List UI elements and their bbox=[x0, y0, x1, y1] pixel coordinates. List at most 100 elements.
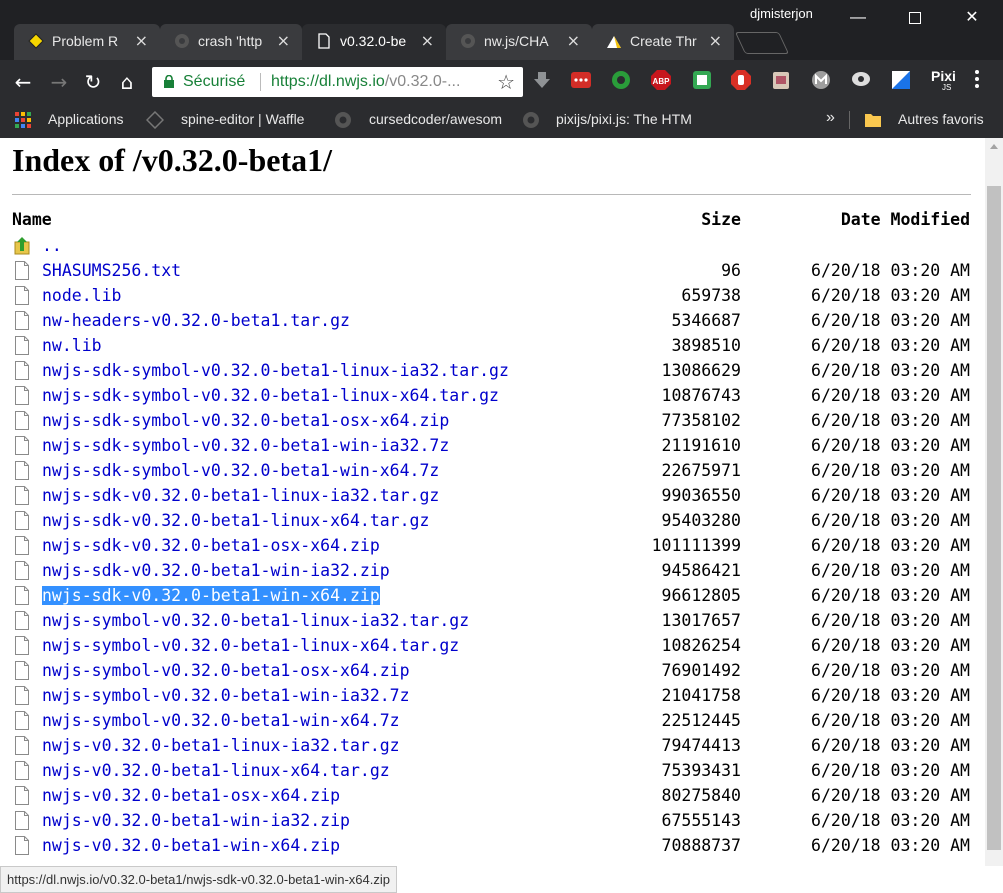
file-link[interactable]: nwjs-sdk-v0.32.0-beta1-osx-x64.zip bbox=[42, 536, 380, 555]
file-row[interactable]: node.lib 659738 6/20/18 03:20 AM bbox=[0, 283, 985, 308]
file-row[interactable]: nwjs-sdk-v0.32.0-beta1-win-ia32.zip 94586… bbox=[0, 558, 985, 583]
file-size: 13017657 bbox=[661, 611, 741, 630]
adblock-plus-icon[interactable]: ABP bbox=[650, 69, 672, 91]
file-link[interactable]: nwjs-v0.32.0-beta1-win-ia32.zip bbox=[42, 811, 350, 830]
file-row[interactable]: nwjs-sdk-v0.32.0-beta1-linux-x64.tar.gz 9… bbox=[0, 508, 985, 533]
file-link[interactable]: nw-headers-v0.32.0-beta1.tar.gz bbox=[42, 311, 350, 330]
window-icon[interactable] bbox=[890, 69, 912, 91]
tab-nwjs-changelog[interactable]: nw.js/CHA × bbox=[446, 24, 592, 60]
file-row[interactable]: nwjs-sdk-v0.32.0-beta1-win-x64.zip 966128… bbox=[0, 583, 985, 608]
file-link[interactable]: nwjs-symbol-v0.32.0-beta1-linux-ia32.tar… bbox=[42, 611, 469, 630]
file-row[interactable]: nwjs-sdk-symbol-v0.32.0-beta1-win-x64.7z… bbox=[0, 458, 985, 483]
bookmark-star-icon[interactable]: ☆ bbox=[497, 70, 515, 94]
file-row[interactable]: nwjs-symbol-v0.32.0-beta1-linux-x64.tar.… bbox=[0, 633, 985, 658]
scroll-up-arrow-icon[interactable] bbox=[990, 144, 998, 149]
file-row[interactable]: nwjs-sdk-symbol-v0.32.0-beta1-linux-x64.… bbox=[0, 383, 985, 408]
maximize-button[interactable] bbox=[905, 8, 925, 28]
file-link[interactable]: nwjs-symbol-v0.32.0-beta1-win-x64.7z bbox=[42, 711, 400, 730]
file-link[interactable]: nwjs-sdk-v0.32.0-beta1-win-x64.zip bbox=[42, 586, 380, 605]
parent-directory-row[interactable]: .. bbox=[0, 233, 985, 258]
pixijs-icon[interactable]: Pixi JS bbox=[928, 66, 956, 94]
file-link[interactable]: nwjs-v0.32.0-beta1-win-x64.zip bbox=[42, 836, 340, 855]
bookmarks-overflow-button[interactable]: » bbox=[826, 109, 835, 127]
bookmark-other-favorites[interactable]: Autres favoris bbox=[898, 111, 984, 127]
parent-link[interactable]: .. bbox=[42, 236, 62, 255]
file-row[interactable]: nw.lib 3898510 6/20/18 03:20 AM bbox=[0, 333, 985, 358]
file-row[interactable]: nwjs-sdk-symbol-v0.32.0-beta1-win-ia32.7… bbox=[0, 433, 985, 458]
mailtrack-icon[interactable] bbox=[810, 69, 832, 91]
profile-name[interactable]: djmisterjon bbox=[750, 6, 813, 21]
file-row[interactable]: SHASUMS256.txt 96 6/20/18 03:20 AM bbox=[0, 258, 985, 283]
bookmark-applications[interactable]: Applications bbox=[48, 111, 124, 127]
tab-v0320[interactable]: v0.32.0-be × bbox=[302, 24, 446, 60]
file-link[interactable]: nwjs-v0.32.0-beta1-osx-x64.zip bbox=[42, 786, 340, 805]
new-tab-button[interactable] bbox=[734, 32, 790, 54]
home-button[interactable]: ⌂ bbox=[114, 69, 140, 95]
close-icon[interactable]: × bbox=[277, 31, 290, 50]
file-link[interactable]: nwjs-v0.32.0-beta1-linux-ia32.tar.gz bbox=[42, 736, 400, 755]
file-link[interactable]: nwjs-sdk-v0.32.0-beta1-linux-ia32.tar.gz bbox=[42, 486, 439, 505]
bookmark-cursedcoder[interactable]: cursedcoder/awesom bbox=[369, 111, 533, 127]
file-row[interactable]: nwjs-symbol-v0.32.0-beta1-linux-ia32.tar… bbox=[0, 608, 985, 633]
scrollbar-thumb[interactable] bbox=[987, 186, 1001, 850]
close-icon[interactable]: × bbox=[135, 31, 148, 50]
file-row[interactable]: nwjs-v0.32.0-beta1-win-ia32.zip 67555143 6… bbox=[0, 808, 985, 833]
waffle-icon bbox=[146, 111, 164, 129]
bookmark-spine-editor[interactable]: spine-editor | Waffle bbox=[181, 111, 317, 127]
close-icon[interactable]: × bbox=[709, 31, 722, 50]
file-link[interactable]: nwjs-symbol-v0.32.0-beta1-osx-x64.zip bbox=[42, 661, 410, 680]
file-row[interactable]: nwjs-v0.32.0-beta1-win-x64.zip 70888737 6/… bbox=[0, 833, 985, 858]
forward-button[interactable]: → bbox=[46, 69, 72, 95]
file-link[interactable]: SHASUMS256.txt bbox=[42, 261, 181, 280]
reload-button[interactable]: ↻ bbox=[80, 69, 106, 95]
file-link[interactable]: nwjs-sdk-symbol-v0.32.0-beta1-win-x64.7z bbox=[42, 461, 439, 480]
file-row[interactable]: nwjs-v0.32.0-beta1-linux-x64.tar.gz 75393… bbox=[0, 758, 985, 783]
bookmark-pixijs[interactable]: pixijs/pixi.js: The HTM bbox=[556, 111, 692, 127]
file-link[interactable]: nw.lib bbox=[42, 336, 102, 355]
green-circle-icon[interactable] bbox=[610, 69, 632, 91]
file-link[interactable]: nwjs-v0.32.0-beta1-linux-x64.tar.gz bbox=[42, 761, 390, 780]
url-text[interactable]: https://dl.nwjs.io/v0.32.0-... bbox=[271, 73, 491, 91]
file-row[interactable]: nwjs-symbol-v0.32.0-beta1-osx-x64.zip 769… bbox=[0, 658, 985, 683]
file-link[interactable]: node.lib bbox=[42, 286, 121, 305]
file-row[interactable]: nwjs-v0.32.0-beta1-osx-x64.zip 80275840 6/… bbox=[0, 783, 985, 808]
menu-icon[interactable] bbox=[975, 70, 979, 90]
file-row[interactable]: nwjs-sdk-v0.32.0-beta1-osx-x64.zip 101111… bbox=[0, 533, 985, 558]
download-icon[interactable] bbox=[531, 69, 553, 91]
file-row[interactable]: nwjs-symbol-v0.32.0-beta1-win-x64.7z 2251… bbox=[0, 708, 985, 733]
lastpass-icon[interactable] bbox=[570, 69, 592, 91]
tab-create-thread[interactable]: Create Thr × bbox=[592, 24, 734, 60]
minimize-button[interactable]: — bbox=[848, 8, 868, 28]
file-link[interactable]: nwjs-symbol-v0.32.0-beta1-linux-x64.tar.… bbox=[42, 636, 459, 655]
file-link[interactable]: nwjs-sdk-v0.32.0-beta1-win-ia32.zip bbox=[42, 561, 390, 580]
file-row[interactable]: nwjs-sdk-symbol-v0.32.0-beta1-osx-x64.zi… bbox=[0, 408, 985, 433]
file-row[interactable]: nwjs-v0.32.0-beta1-linux-ia32.tar.gz 7947… bbox=[0, 733, 985, 758]
file-row[interactable]: nwjs-symbol-v0.32.0-beta1-win-ia32.7z 210… bbox=[0, 683, 985, 708]
file-link[interactable]: nwjs-sdk-v0.32.0-beta1-linux-x64.tar.gz bbox=[42, 511, 429, 530]
file-link[interactable]: nwjs-symbol-v0.32.0-beta1-win-ia32.7z bbox=[42, 686, 410, 705]
file-size: 94586421 bbox=[661, 561, 741, 580]
header-date-modified: Date Modified bbox=[840, 210, 970, 229]
close-icon[interactable]: × bbox=[421, 31, 434, 50]
close-icon[interactable]: × bbox=[567, 31, 580, 50]
file-link[interactable]: nwjs-sdk-symbol-v0.32.0-beta1-linux-ia32… bbox=[42, 361, 509, 380]
chat-icon[interactable] bbox=[850, 69, 872, 91]
address-bar[interactable]: Sécurisé https://dl.nwjs.io/v0.32.0-... … bbox=[152, 67, 523, 97]
tab-crash[interactable]: crash 'http × bbox=[160, 24, 302, 60]
file-link[interactable]: nwjs-sdk-symbol-v0.32.0-beta1-linux-x64.… bbox=[42, 386, 499, 405]
close-window-button[interactable]: ✕ bbox=[962, 8, 982, 28]
file-size: 77358102 bbox=[661, 411, 741, 430]
file-link[interactable]: nwjs-sdk-symbol-v0.32.0-beta1-osx-x64.zi… bbox=[42, 411, 449, 430]
vertical-scrollbar[interactable] bbox=[985, 138, 1003, 866]
tab-problem[interactable]: Problem R × bbox=[14, 24, 160, 60]
file-row[interactable]: nwjs-sdk-symbol-v0.32.0-beta1-linux-ia32… bbox=[0, 358, 985, 383]
adblock-hand-icon[interactable] bbox=[730, 69, 752, 91]
back-button[interactable]: ← bbox=[10, 69, 36, 95]
file-link[interactable]: nwjs-sdk-symbol-v0.32.0-beta1-win-ia32.7… bbox=[42, 436, 449, 455]
file-row[interactable]: nwjs-sdk-v0.32.0-beta1-linux-ia32.tar.gz… bbox=[0, 483, 985, 508]
file-icon bbox=[15, 611, 29, 630]
header-size: Size bbox=[701, 210, 741, 229]
print-icon[interactable] bbox=[691, 69, 713, 91]
clipboard-icon[interactable] bbox=[770, 69, 792, 91]
file-row[interactable]: nw-headers-v0.32.0-beta1.tar.gz 5346687 6/… bbox=[0, 308, 985, 333]
